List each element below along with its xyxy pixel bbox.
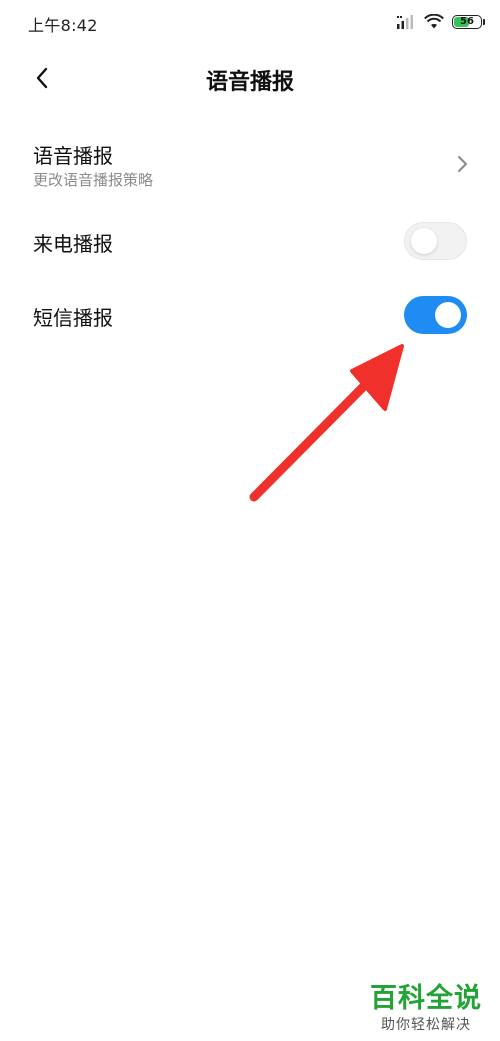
wifi-icon bbox=[424, 14, 444, 30]
voice-broadcast-title: 语音播报 bbox=[33, 144, 113, 168]
voice-broadcast-row[interactable]: 语音播报 更改语音播报策略 bbox=[0, 126, 500, 206]
sms-broadcast-title: 短信播报 bbox=[33, 306, 113, 330]
watermark-title: 百科全说 bbox=[370, 983, 482, 1014]
chevron-right-icon bbox=[454, 152, 470, 176]
incoming-call-toggle[interactable] bbox=[404, 222, 467, 260]
voice-broadcast-subtitle: 更改语音播报策略 bbox=[33, 171, 154, 189]
sms-broadcast-row: 短信播报 bbox=[0, 280, 500, 354]
incoming-call-broadcast-title: 来电播报 bbox=[33, 232, 113, 256]
watermark: 百科全说 助你轻松解决 bbox=[366, 983, 486, 1035]
status-bar: 上午8:42 56 bbox=[0, 0, 500, 44]
battery-level: 56 bbox=[460, 16, 474, 27]
signal-icon bbox=[396, 14, 416, 30]
toggle-knob bbox=[435, 302, 461, 328]
watermark-subtitle: 助你轻松解决 bbox=[381, 1017, 471, 1033]
battery-cap bbox=[483, 19, 485, 25]
settings-list: 语音播报 更改语音播报策略 来电播报 短信播报 bbox=[0, 126, 500, 354]
page-title: 语音播报 bbox=[205, 70, 294, 95]
toggle-knob bbox=[411, 228, 437, 254]
incoming-call-broadcast-row: 来电播报 bbox=[0, 206, 500, 280]
status-icons: 56 bbox=[396, 12, 485, 32]
status-time: 上午8:42 bbox=[28, 16, 98, 35]
battery-icon: 56 bbox=[452, 15, 485, 29]
sms-toggle[interactable] bbox=[404, 296, 467, 334]
header: 语音播报 bbox=[0, 52, 500, 108]
